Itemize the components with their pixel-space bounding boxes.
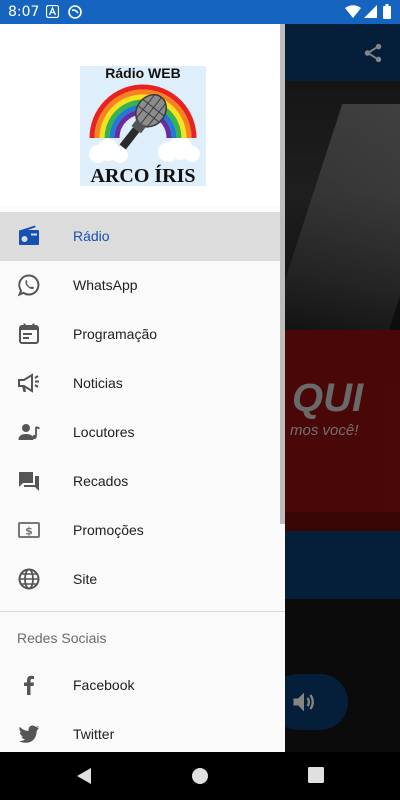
wifi-icon xyxy=(345,5,361,18)
nav-label: Recados xyxy=(73,473,129,489)
status-time: 8:07 xyxy=(8,4,40,20)
nav-label: Rádio xyxy=(73,228,110,244)
drawer-divider xyxy=(0,611,285,612)
twitter-icon xyxy=(19,725,39,743)
nav-label: Twitter xyxy=(73,726,115,742)
section-title-social: Redes Sociais xyxy=(17,630,107,646)
do-not-disturb-icon xyxy=(68,5,82,19)
nav-label: Promoções xyxy=(73,522,144,538)
calendar-icon xyxy=(19,323,39,344)
notification-a-icon xyxy=(46,5,59,18)
megaphone-icon xyxy=(18,373,39,393)
nav-label: WhatsApp xyxy=(73,277,138,293)
nav-item-whatsapp[interactable]: WhatsApp xyxy=(0,261,285,310)
nav-label: Programação xyxy=(73,326,158,342)
recents-icon[interactable] xyxy=(308,767,324,783)
radio-icon xyxy=(18,225,39,245)
drawer-header: Rádio WEB ARCO ÍRIS xyxy=(0,24,285,207)
logo-text-bottom: ARCO ÍRIS xyxy=(90,164,195,186)
home-icon[interactable] xyxy=(191,767,209,785)
nav-item-twitter[interactable]: Twitter xyxy=(0,710,285,752)
nav-item-promocoes[interactable]: $ Promoções xyxy=(0,506,285,555)
nav-item-radio[interactable]: Rádio xyxy=(0,212,285,261)
money-icon: $ xyxy=(18,522,40,538)
navigation-drawer: Rádio WEB ARCO ÍRIS Rádio WhatsApp Progr… xyxy=(0,24,285,752)
social-menu: Facebook Twitter xyxy=(0,661,285,752)
back-icon[interactable] xyxy=(75,767,93,785)
nav-label: Locutores xyxy=(73,424,135,440)
facebook-icon xyxy=(24,675,34,695)
nav-item-programacao[interactable]: Programação xyxy=(0,310,285,359)
nav-menu: Rádio WhatsApp Programação Noticias Locu… xyxy=(0,212,285,604)
status-bar: 8:07 xyxy=(0,0,400,24)
nav-item-noticias[interactable]: Noticias xyxy=(0,359,285,408)
speaker-person-icon xyxy=(18,424,40,440)
nav-label: Noticias xyxy=(73,375,123,391)
messages-icon xyxy=(19,472,39,491)
battery-icon xyxy=(383,4,391,19)
svg-text:$: $ xyxy=(25,525,33,538)
nav-item-recados[interactable]: Recados xyxy=(0,457,285,506)
nav-item-facebook[interactable]: Facebook xyxy=(0,661,285,710)
nav-item-locutores[interactable]: Locutores xyxy=(0,408,285,457)
whatsapp-icon xyxy=(17,274,40,297)
logo-text-top: Rádio WEB xyxy=(105,66,180,81)
radio-logo: Rádio WEB ARCO ÍRIS xyxy=(80,66,206,186)
nav-item-site[interactable]: Site xyxy=(0,555,285,604)
drawer-scrollbar[interactable] xyxy=(280,24,285,524)
signal-icon xyxy=(364,5,377,18)
nav-label: Facebook xyxy=(73,677,135,693)
system-nav-bar xyxy=(0,752,400,800)
globe-icon xyxy=(18,568,40,590)
nav-label: Site xyxy=(73,571,98,587)
